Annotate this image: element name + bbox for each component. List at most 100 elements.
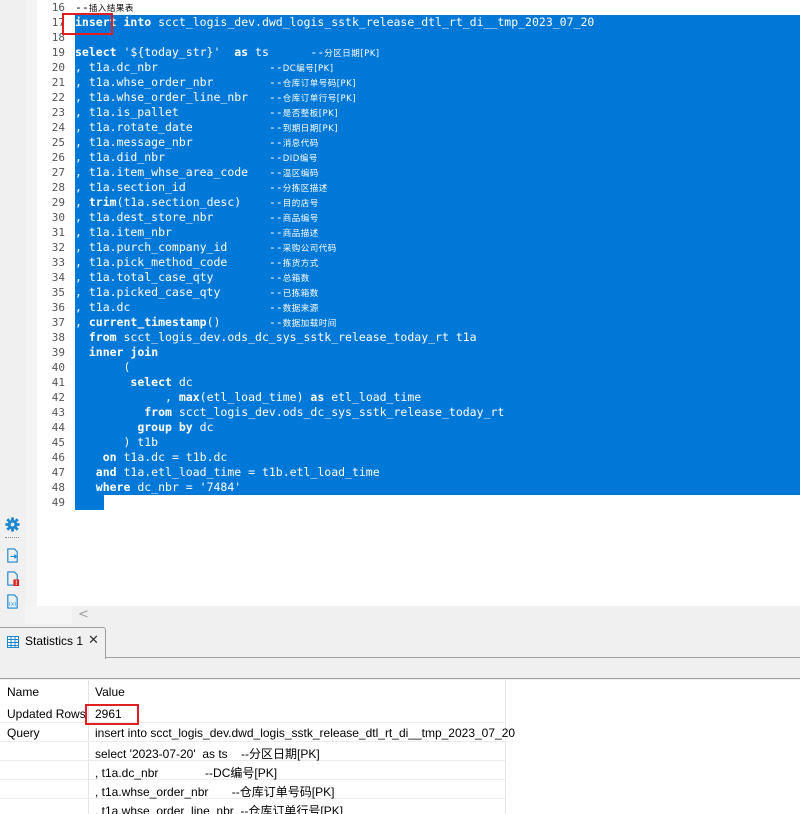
sql-keyword: by xyxy=(178,420,193,434)
code-line[interactable]: 28 , t1a.section_id --分拣区描述 xyxy=(0,180,800,195)
code-line[interactable]: 46 on t1a.dc = t1b.dc xyxy=(0,450,800,465)
code-line[interactable]: 22 , t1a.whse_order_line_nbr --仓库订单行号[PK] xyxy=(0,90,800,105)
code-line[interactable]: 47 and t1a.etl_load_time = t1b.etl_load_… xyxy=(0,465,800,480)
code-line[interactable]: 39 inner join xyxy=(0,345,800,360)
cell-value: , t1a.whse_order_nbr --仓库订单号码[PK] xyxy=(95,785,335,799)
code-line[interactable]: 48 where dc_nbr = '7484' xyxy=(0,480,800,495)
code-line[interactable]: 41 select dc xyxy=(0,375,800,390)
code-segment: and t1a.etl_load_time = t1b.etl_load_tim… xyxy=(95,465,380,479)
grid-row[interactable]: Query insert into scct_logis_dev.dwd_logi… xyxy=(0,723,515,742)
sql-keyword: into xyxy=(123,15,152,29)
code-editor[interactable]: 16 --插入结果表 17 insert into scct_logis_dev.dw… xyxy=(0,0,800,606)
file-variable-icon[interactable]: (x) xyxy=(5,594,20,609)
code-comment: DC编号[PK] xyxy=(282,64,334,74)
code-text: from scct_logis_dev.ods_dc_sys_sstk_rele… xyxy=(75,330,477,345)
line-number: 22 xyxy=(51,91,65,104)
line-number: 33 xyxy=(51,256,65,269)
code-line[interactable]: 38 from scct_logis_dev.ods_dc_sys_sstk_r… xyxy=(0,330,800,345)
line-number: 39 xyxy=(51,346,65,359)
selection-highlight xyxy=(75,345,800,360)
tab-statistics-1[interactable]: Statistics 1 ✕ xyxy=(0,627,106,659)
line-number: 27 xyxy=(51,166,65,179)
code-line[interactable]: 32 , t1a.purch_company_id --采购公司代码 xyxy=(0,240,800,255)
line-number: 23 xyxy=(51,106,65,119)
line-number: 34 xyxy=(51,271,65,284)
code-segment: , t1a.rotate_date -- xyxy=(75,120,283,134)
gutter-bottom xyxy=(25,606,72,624)
code-segment: select '${today_str}' as ts -- xyxy=(75,45,325,59)
gear-icon[interactable] xyxy=(5,517,20,532)
selection-highlight xyxy=(75,360,800,375)
cell-value: , t1a.whse_order_line_nbr --仓库订单行号[PK] xyxy=(95,804,344,814)
sql-keyword: on xyxy=(102,450,117,464)
code-line[interactable]: 36 , t1a.dc --数据来源 xyxy=(0,300,800,315)
sql-keyword: current_timestamp xyxy=(88,315,207,329)
code-line[interactable]: 33 , t1a.pick_method_code --拣货方式 xyxy=(0,255,800,270)
grid-row[interactable]: , t1a.dc_nbr --DC编号[PK] xyxy=(0,761,505,780)
code-line[interactable]: 30 , t1a.dest_store_nbr --商品编号 xyxy=(0,210,800,225)
sql-keyword: from xyxy=(144,405,172,419)
code-line[interactable]: 19 select '${today_str}' as ts --分区日期[PK] xyxy=(0,45,800,60)
code-segment: -- xyxy=(75,0,89,14)
export-file-icon[interactable] xyxy=(5,548,20,563)
code-text: inner join xyxy=(75,345,158,360)
code-segment: on t1a.dc = t1b.dc xyxy=(102,450,228,464)
code-comment: 数据来源 xyxy=(282,304,319,314)
code-line[interactable]: 29 , trim(t1a.section_desc) --目的店号 xyxy=(0,195,800,210)
code-line[interactable]: 24 , t1a.rotate_date --到期日期[PK] xyxy=(0,120,800,135)
code-line[interactable]: 18 xyxy=(0,30,800,45)
code-line[interactable]: 20 , t1a.dc_nbr --DC编号[PK] xyxy=(0,60,800,75)
sql-keyword: and xyxy=(95,465,117,479)
line-number: 47 xyxy=(51,466,65,479)
code-line[interactable]: 40 ( xyxy=(0,360,800,375)
line-number: 44 xyxy=(51,421,65,434)
line-number: 19 xyxy=(51,46,65,59)
code-segment: , t1a.item_whse_area_code -- xyxy=(75,165,283,179)
line-number: 21 xyxy=(51,76,65,89)
line-number: 41 xyxy=(51,376,65,389)
code-text: ( xyxy=(75,360,130,375)
close-icon[interactable]: ✕ xyxy=(88,633,99,648)
grid-row[interactable]: select '2023-07-20' as ts --分区日期[PK] xyxy=(0,742,505,761)
code-line[interactable]: 21 , t1a.whse_order_nbr --仓库订单号码[PK] xyxy=(0,75,800,90)
code-line[interactable]: 45 ) t1b xyxy=(0,435,800,450)
code-line[interactable]: 31 , t1a.item_nbr --商品描述 xyxy=(0,225,800,240)
code-line[interactable]: 16 --插入结果表 xyxy=(0,0,800,15)
grid-header: Name Value xyxy=(0,682,505,701)
code-line[interactable]: 27 , t1a.item_whse_area_code --温区编码 xyxy=(0,165,800,180)
code-segment: , t1a.whse_order_line_nbr -- xyxy=(75,90,283,104)
code-line[interactable]: 34 , t1a.total_case_qty --总箱数 xyxy=(0,270,800,285)
cell-value: , t1a.dc_nbr --DC编号[PK] xyxy=(95,766,278,780)
code-comment: 已拣箱数 xyxy=(282,289,319,299)
code-line[interactable]: 37 , current_timestamp() --数据加载时间 xyxy=(0,315,800,330)
line-number: 25 xyxy=(51,136,65,149)
line-number: 20 xyxy=(51,61,65,74)
code-line[interactable]: 23 , t1a.is_pallet --是否整板[PK] xyxy=(0,105,800,120)
cell-name: Updated Rows xyxy=(7,707,86,721)
selection-highlight xyxy=(75,435,800,450)
code-line[interactable]: 35 , t1a.picked_case_qty --已拣箱数 xyxy=(0,285,800,300)
code-line[interactable]: 43 from scct_logis_dev.ods_dc_sys_sstk_r… xyxy=(0,405,800,420)
selection-highlight xyxy=(75,30,800,45)
code-line[interactable]: 49 ; xyxy=(0,495,800,510)
table-grid-icon xyxy=(7,636,19,648)
grid-row[interactable]: , t1a.whse_order_line_nbr --仓库订单行号[PK] xyxy=(0,799,505,814)
code-line[interactable]: 17 insert into scct_logis_dev.dwd_logis_s… xyxy=(0,15,800,30)
horizontal-scrollbar[interactable]: < xyxy=(72,606,800,624)
grid-row[interactable]: Updated Rows 2961 xyxy=(0,704,505,723)
line-number: 31 xyxy=(51,226,65,239)
results-tab-bar: Statistics 1 ✕ xyxy=(0,624,800,659)
column-header-value[interactable]: Value xyxy=(95,685,125,699)
left-rail-toolbar: (x) xyxy=(0,0,25,624)
tab-label: Statistics 1 xyxy=(25,634,84,648)
scroll-left-arrow[interactable]: < xyxy=(78,607,89,622)
grid-row[interactable]: , t1a.whse_order_nbr --仓库订单号码[PK] xyxy=(0,780,505,799)
file-error-icon[interactable] xyxy=(5,571,20,586)
code-text: ) t1b xyxy=(75,435,158,450)
column-header-name[interactable]: Name xyxy=(7,685,39,699)
statistics-grid[interactable]: Name Value Updated Rows 2961 Query insert i… xyxy=(0,680,800,814)
code-line[interactable]: 44 group by dc xyxy=(0,420,800,435)
code-line[interactable]: 25 , t1a.message_nbr --消息代码 xyxy=(0,135,800,150)
code-line[interactable]: 26 , t1a.did_nbr --DID编号 xyxy=(0,150,800,165)
code-line[interactable]: 42 , max(etl_load_time) as etl_load_time xyxy=(0,390,800,405)
